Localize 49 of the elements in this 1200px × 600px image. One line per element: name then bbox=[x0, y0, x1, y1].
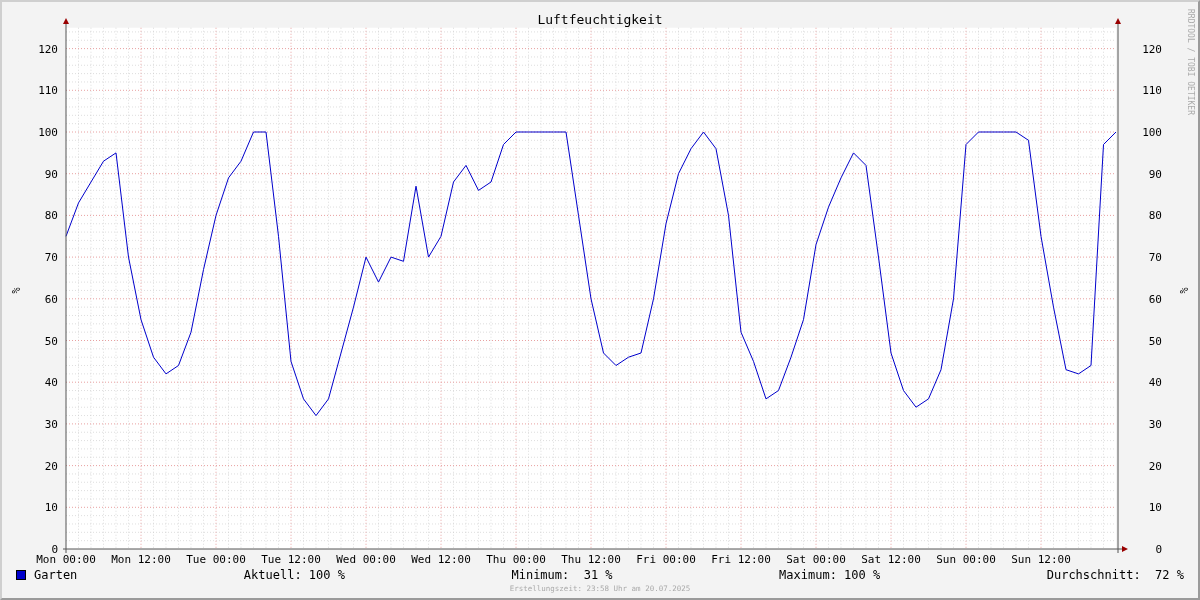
y-tick-label: 100 bbox=[1142, 126, 1162, 139]
y-tick-label: 90 bbox=[1148, 167, 1162, 181]
y-tick-label: 20 bbox=[44, 459, 58, 473]
y-tick-label: 10 bbox=[1148, 501, 1162, 515]
x-tick-label: Sat 12:00 bbox=[861, 553, 921, 566]
y-axis-label: % bbox=[1178, 287, 1189, 294]
y-tick-label: 120 bbox=[38, 42, 58, 56]
minimum-value: Minimum: 31 % bbox=[511, 567, 613, 584]
x-tick-label: Sat 00:00 bbox=[786, 553, 846, 566]
y-tick-label: 120 bbox=[1142, 42, 1162, 56]
x-tick-label: Mon 00:00 bbox=[36, 553, 96, 566]
y-tick-label: 70 bbox=[44, 251, 58, 265]
x-tick-label: Wed 12:00 bbox=[411, 553, 471, 566]
y-tick-label: 40 bbox=[44, 376, 58, 390]
y-tick-label: 60 bbox=[44, 292, 58, 306]
x-tick-label: Thu 00:00 bbox=[486, 553, 546, 566]
y-tick-label: 50 bbox=[44, 334, 58, 348]
y-tick-label: 60 bbox=[1148, 292, 1162, 306]
x-tick-label: Sun 00:00 bbox=[936, 553, 996, 566]
x-tick-label: Wed 00:00 bbox=[336, 553, 396, 566]
watermark-text: RRDTOOL / TOBI OETIKER bbox=[1186, 9, 1195, 115]
y-tick-label: 100 bbox=[38, 126, 58, 139]
x-tick-label: Tue 12:00 bbox=[261, 553, 321, 566]
y-axis-label: % bbox=[10, 287, 21, 294]
legend-label: Garten bbox=[34, 567, 78, 584]
y-tick-label: 30 bbox=[1148, 417, 1162, 431]
y-tick-label: 0 bbox=[1155, 543, 1162, 556]
y-tick-label: 70 bbox=[1148, 251, 1162, 265]
x-tick-label: Fri 12:00 bbox=[711, 553, 771, 566]
x-tick-label: Tue 00:00 bbox=[186, 553, 246, 566]
y-tick-label: 0 bbox=[51, 543, 58, 556]
y-tick-label: 50 bbox=[1148, 334, 1162, 348]
y-tick-label: 30 bbox=[44, 417, 58, 431]
y-tick-label: 80 bbox=[44, 209, 58, 223]
x-tick-label: Sun 12:00 bbox=[1011, 553, 1071, 566]
y-tick-label: 90 bbox=[44, 167, 58, 181]
y-tick-label: 80 bbox=[1148, 209, 1162, 223]
current-value: Aktuell: 100 % bbox=[243, 567, 345, 584]
y-tick-label: 20 bbox=[1148, 459, 1162, 473]
y-tick-label: 110 bbox=[38, 84, 58, 98]
x-tick-label: Fri 00:00 bbox=[636, 553, 696, 566]
y-tick-label: 10 bbox=[44, 501, 58, 515]
y-tick-label: 40 bbox=[1148, 376, 1162, 390]
average-value: Durchschnitt: 72 % bbox=[1046, 567, 1184, 584]
x-tick-label: Mon 12:00 bbox=[111, 553, 171, 566]
y-tick-label: 110 bbox=[1142, 84, 1162, 98]
maximum-value: Maximum: 100 % bbox=[779, 567, 881, 584]
x-tick-label: Thu 12:00 bbox=[561, 553, 621, 566]
chart-title: Luftfeuchtigkeit bbox=[537, 12, 663, 27]
